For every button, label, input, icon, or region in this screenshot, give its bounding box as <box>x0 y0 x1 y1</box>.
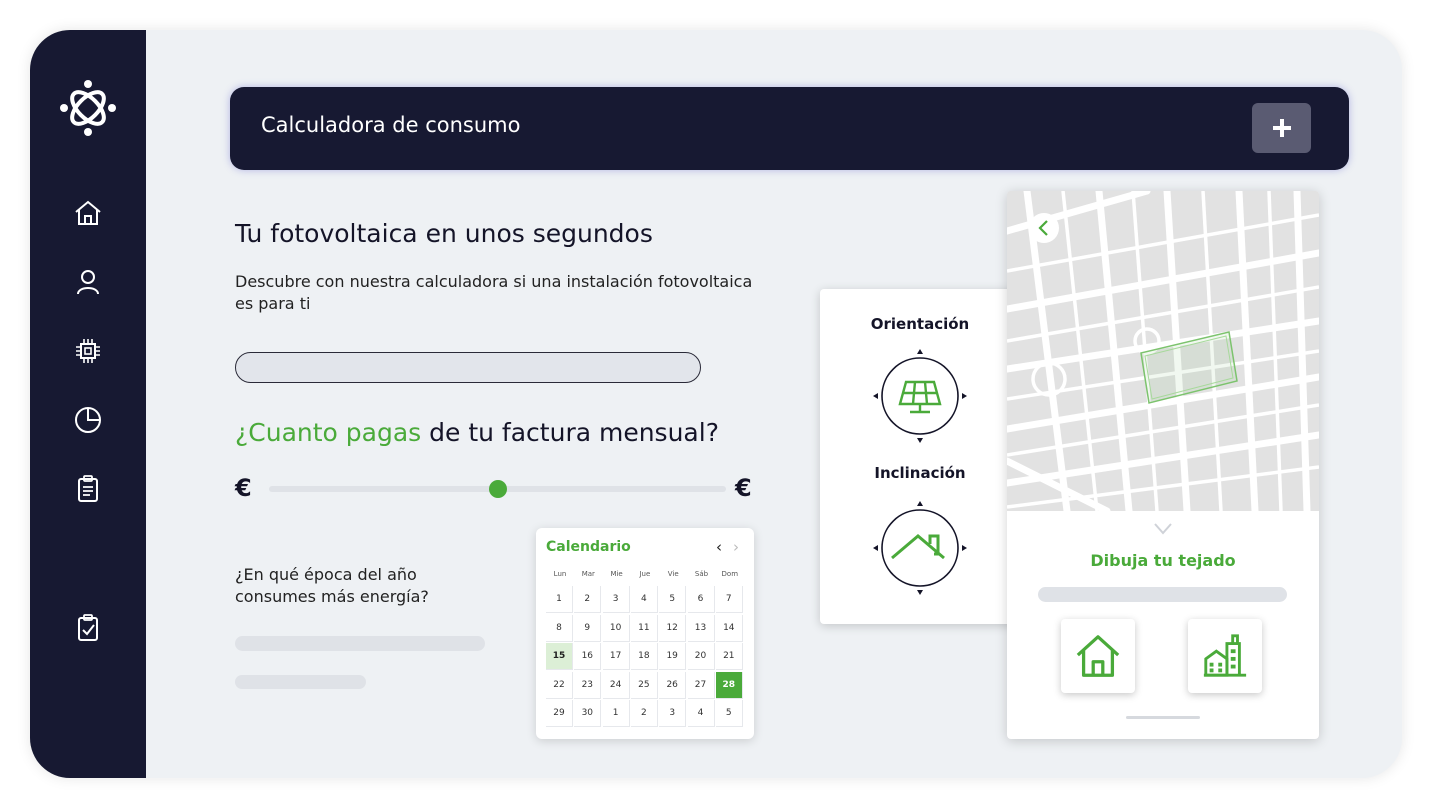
page-title: Calculadora de consumo <box>261 113 521 137</box>
inclination-dial[interactable] <box>870 498 970 598</box>
inclination-label: Inclinación <box>874 464 966 482</box>
calendar-day[interactable]: 2 <box>630 700 658 727</box>
calendar-day[interactable]: 1 <box>546 586 573 613</box>
calendar-day[interactable]: 6 <box>687 586 715 613</box>
bill-question-rest: de tu factura mensual? <box>421 418 719 447</box>
calendar-day[interactable]: 8 <box>546 614 573 642</box>
calendar-day[interactable]: 3 <box>602 586 630 613</box>
building-type-button[interactable] <box>1188 619 1262 693</box>
calendar-day[interactable]: 14 <box>715 614 743 642</box>
calendar-day[interactable]: 19 <box>659 643 687 670</box>
clipboard-icon[interactable] <box>68 469 108 509</box>
placeholder-line <box>1038 587 1287 602</box>
calendar-day[interactable]: 18 <box>630 643 658 670</box>
calendar-weekday: Vie <box>667 570 679 578</box>
plus-icon <box>1272 119 1291 137</box>
calendar-weekday: Mie <box>610 570 623 578</box>
calendar-prev-button[interactable]: ‹ <box>716 538 722 556</box>
bill-question-highlight: ¿Cuanto pagas <box>235 418 422 447</box>
bill-slider-handle[interactable] <box>488 480 507 498</box>
currency-min-label: € <box>235 474 252 502</box>
orientation-dial[interactable] <box>870 346 970 446</box>
add-button[interactable] <box>1252 103 1311 153</box>
calendar-day[interactable]: 29 <box>546 700 573 727</box>
season-question: ¿En qué época del año consumes más energ… <box>235 565 429 606</box>
placeholder-line <box>235 636 485 651</box>
chevron-left-icon <box>1038 220 1048 236</box>
calendar-day[interactable]: 26 <box>659 671 687 699</box>
home-indicator <box>1126 716 1200 719</box>
house-icon <box>1076 635 1120 677</box>
address-input[interactable] <box>235 352 701 383</box>
calendar-day[interactable]: 16 <box>574 643 602 670</box>
chip-icon[interactable] <box>68 331 108 371</box>
calendar-day[interactable]: 21 <box>715 643 743 670</box>
calendar-day[interactable]: 22 <box>546 671 573 699</box>
calendar-day[interactable]: 3 <box>659 700 687 727</box>
orientation-card: Orientación Inclinación <box>820 289 1020 624</box>
calendar-day[interactable]: 5 <box>715 700 743 727</box>
calendar-weekday: Jue <box>639 570 651 578</box>
calendar-day[interactable]: 4 <box>687 700 715 727</box>
calendar-day[interactable]: 25 <box>630 671 658 699</box>
calendar-day[interactable]: 12 <box>659 614 687 642</box>
calendar-day[interactable]: 24 <box>602 671 630 699</box>
calendar-widget: Calendario ‹ › Lun Mar Mie Jue Vie Sáb Dom 1 2 3 4… <box>536 528 754 739</box>
calendar-day[interactable]: 30 <box>574 700 602 727</box>
roof-map-card: Dibuja tu tejado <box>1007 191 1319 739</box>
calendar-day[interactable]: 2 <box>574 586 602 613</box>
orientation-label: Orientación <box>870 315 970 333</box>
calendar-day[interactable]: 7 <box>715 586 743 613</box>
calendar-day[interactable]: 28 <box>715 671 743 699</box>
pie-chart-icon[interactable] <box>68 400 108 440</box>
calendar-day[interactable]: 23 <box>574 671 602 699</box>
calendar-next-button[interactable]: › <box>733 538 739 556</box>
factory-icon <box>1203 634 1247 677</box>
calendar-day[interactable]: 4 <box>630 586 658 613</box>
back-button[interactable] <box>1029 213 1059 243</box>
currency-max-label: € <box>735 474 752 502</box>
calendar-weekday: Mar <box>581 570 595 578</box>
bill-question: ¿Cuanto pagas de tu factura mensual? <box>235 418 719 447</box>
calendar-weekday: Lun <box>553 570 567 578</box>
calendar-day[interactable]: 27 <box>687 671 715 699</box>
main-description: Descubre con nuestra calculadora si una … <box>235 272 753 313</box>
header-bar: Calculadora de consumo <box>230 87 1349 170</box>
calendar-weekday: Dom <box>721 570 739 578</box>
calendar-weekday: Sáb <box>694 570 709 578</box>
placeholder-line <box>235 675 366 689</box>
chevron-down-icon[interactable] <box>1153 521 1173 540</box>
calendar-day[interactable]: 15 <box>546 643 573 670</box>
app-window: Calculadora de consumo Tu fotovoltaica e… <box>30 30 1402 778</box>
calendar-day[interactable]: 10 <box>602 614 630 642</box>
draw-roof-label: Dibuja tu tejado <box>1090 551 1236 570</box>
clipboard-check-icon[interactable] <box>68 608 108 648</box>
sidebar <box>30 30 146 778</box>
main-title: Tu fotovoltaica en unos segundos <box>235 219 653 248</box>
user-icon[interactable] <box>68 262 108 302</box>
calendar-day[interactable]: 13 <box>687 614 715 642</box>
calendar-title: Calendario <box>546 539 631 555</box>
calendar-day[interactable]: 17 <box>602 643 630 670</box>
home-icon[interactable] <box>68 193 108 233</box>
calendar-day[interactable]: 11 <box>630 614 658 642</box>
logo-icon[interactable] <box>58 78 118 138</box>
calendar-day[interactable]: 9 <box>574 614 602 642</box>
house-type-button[interactable] <box>1061 619 1135 693</box>
roof-icon <box>891 534 945 560</box>
calendar-day[interactable]: 5 <box>659 586 687 613</box>
calendar-day[interactable]: 1 <box>602 700 630 727</box>
calendar-day[interactable]: 20 <box>687 643 715 670</box>
solar-panel-icon <box>898 380 942 414</box>
